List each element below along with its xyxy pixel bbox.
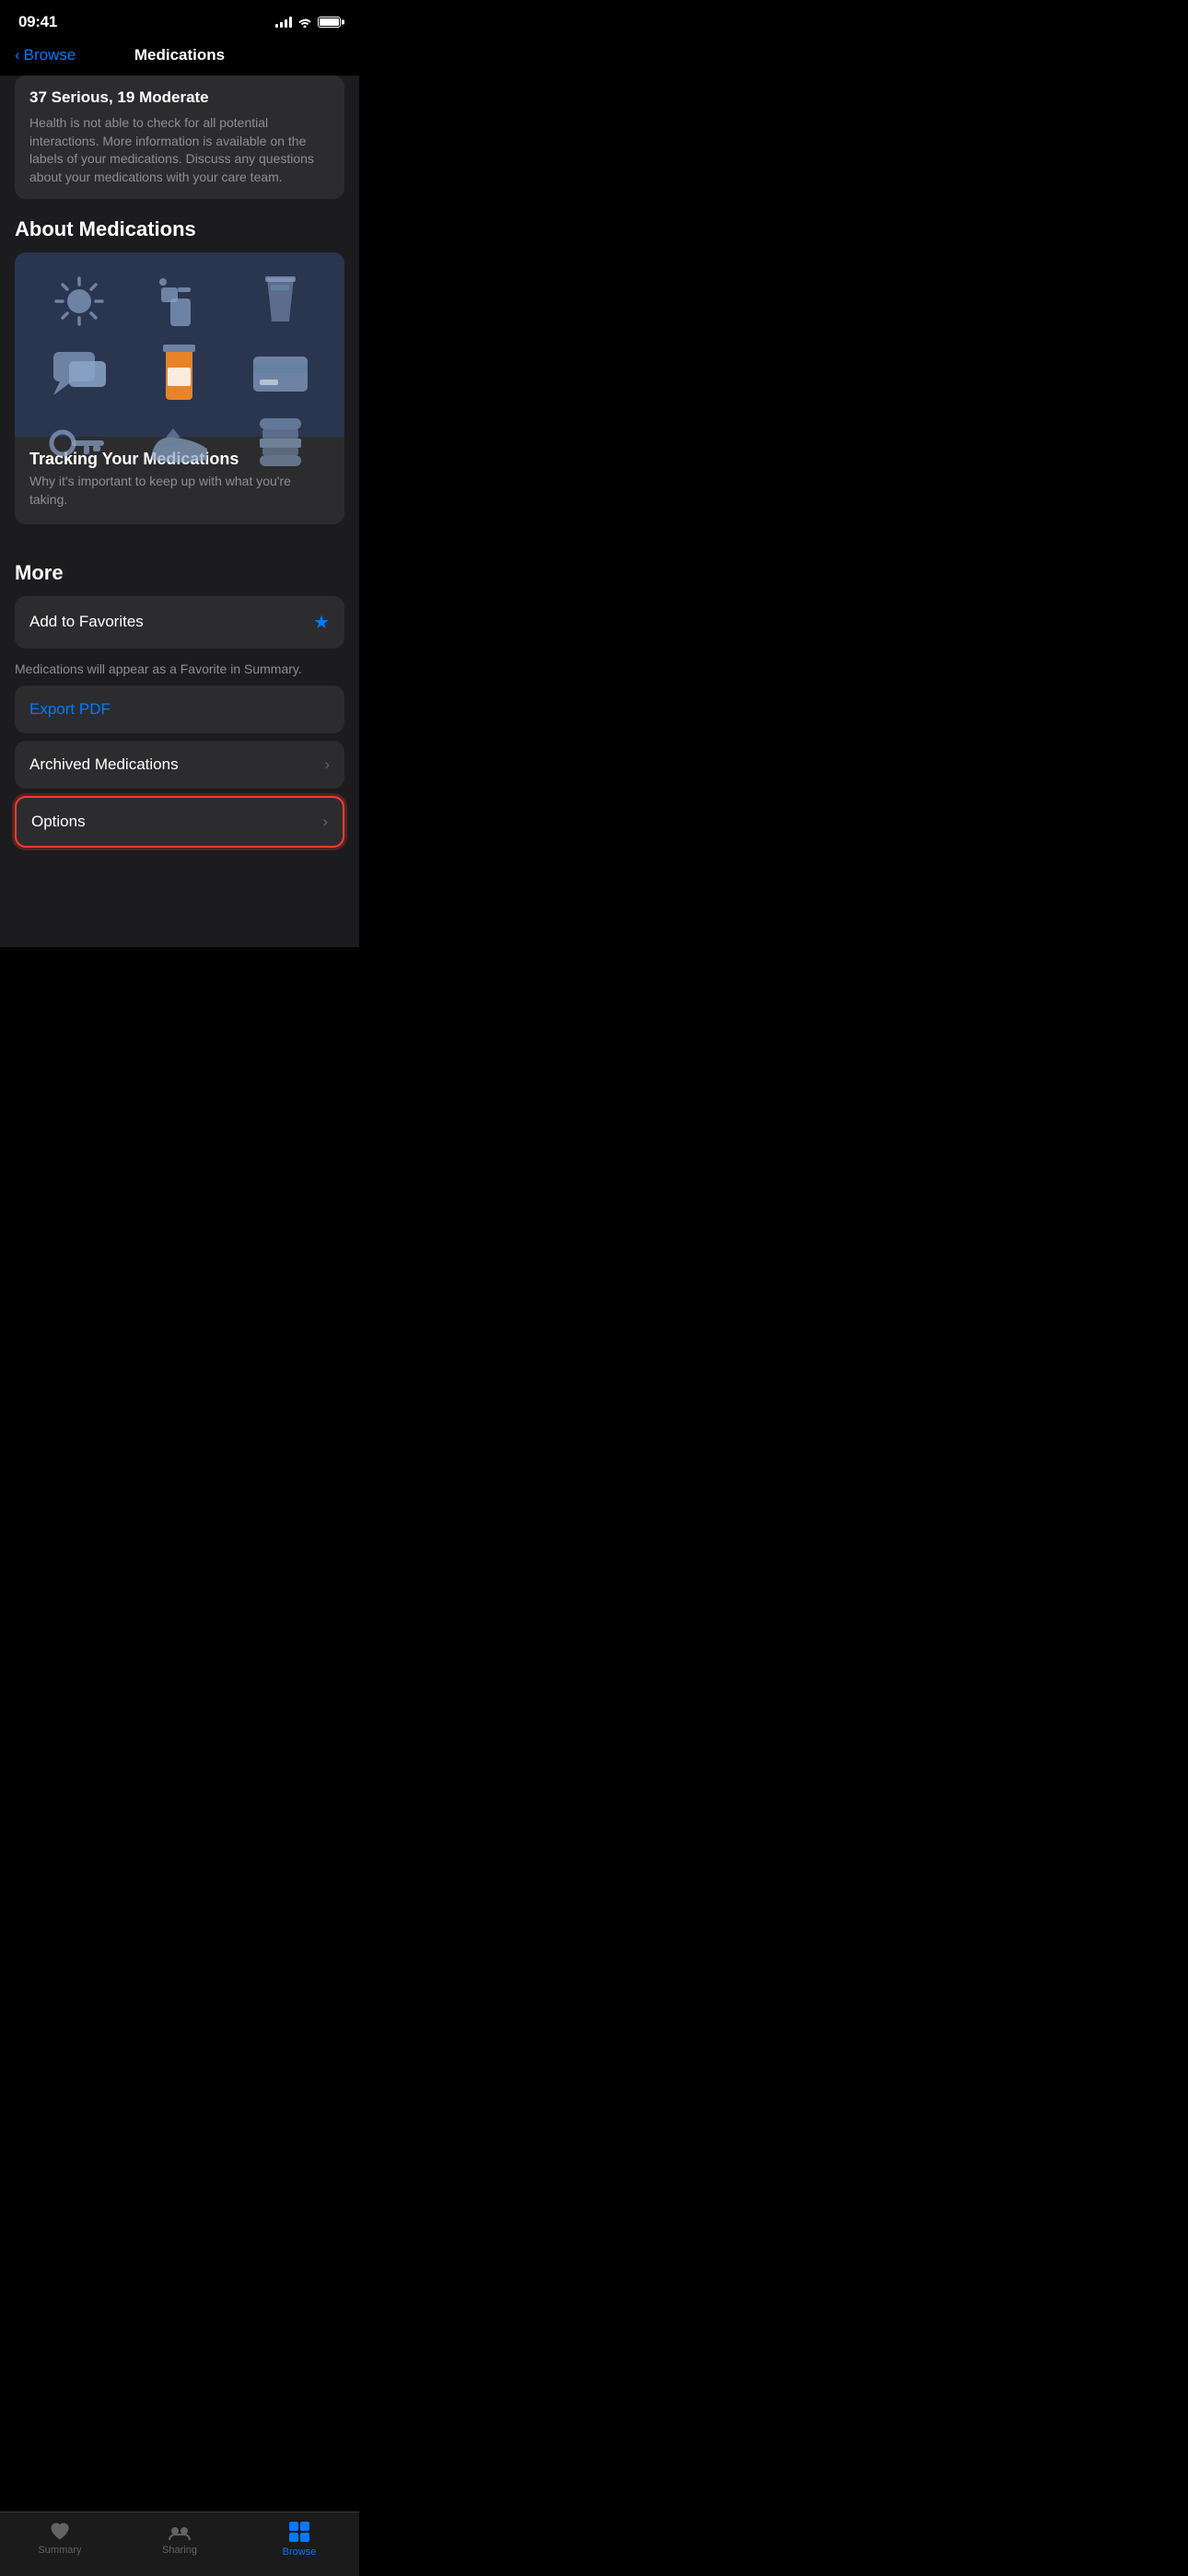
spray-bottle-icon [134,271,225,331]
tab-summary-label: Summary [38,2545,81,2556]
status-bar: 09:41 [0,0,359,39]
archived-medications-label: Archived Medications [29,755,179,774]
back-label: Browse [24,46,76,64]
interactions-card: 37 Serious, 19 Moderate Health is not ab… [15,76,344,199]
more-header: More [15,543,344,596]
export-pdf-label: Export PDF [29,700,111,719]
browse-icon [287,2520,311,2544]
add-to-favorites-button[interactable]: Add to Favorites ★ [15,596,344,649]
interactions-description: Health is not able to check for all pote… [29,114,330,186]
shoe-icon [134,414,225,474]
sun-icon [33,271,124,331]
page-title: Medications [134,46,225,64]
scroll-content: 37 Serious, 19 Moderate Health is not ab… [0,76,359,947]
glass-icon [235,271,326,331]
chevron-right-icon: › [324,755,330,774]
pill-bottle-icon [134,340,225,404]
interactions-title: 37 Serious, 19 Moderate [29,88,330,107]
about-card-image [15,252,344,437]
tab-bar: Summary Sharing Browse [0,2512,359,2576]
archived-medications-button[interactable]: Archived Medications › [15,741,344,789]
status-icons [275,17,341,28]
chat-icon [33,340,124,404]
back-button[interactable]: ‹ Browse [15,46,76,64]
card-icon [235,340,326,404]
tab-sharing-label: Sharing [162,2545,197,2556]
sandwich-icon [235,414,326,474]
key-icon [33,414,124,474]
signal-icon [275,17,292,28]
nav-bar: ‹ Browse Medications [0,39,359,76]
tab-browse[interactable]: Browse [239,2520,359,2558]
tab-sharing[interactable]: Sharing [120,2520,239,2558]
star-icon: ★ [313,611,330,634]
sharing-icon [167,2520,192,2542]
status-time: 09:41 [18,13,57,31]
about-card[interactable]: Tracking Your Medications Why it's impor… [15,252,344,523]
export-pdf-button[interactable]: Export PDF [15,685,344,733]
add-to-favorites-label: Add to Favorites [29,613,144,631]
battery-icon [318,17,341,28]
options-label: Options [31,813,86,831]
tab-summary[interactable]: Summary [0,2520,120,2558]
about-section-header: About Medications [0,217,359,252]
more-section: More Add to Favorites ★ Medications will… [0,543,359,848]
add-to-favorites-hint: Medications will appear as a Favorite in… [15,656,344,685]
wifi-icon [297,17,312,28]
chevron-left-icon: ‹ [15,46,20,64]
options-chevron-icon: › [322,813,328,831]
options-button[interactable]: Options › [15,796,344,848]
heart-icon [48,2520,72,2542]
about-card-description: Why it's important to keep up with what … [29,473,330,509]
tab-browse-label: Browse [283,2547,317,2558]
